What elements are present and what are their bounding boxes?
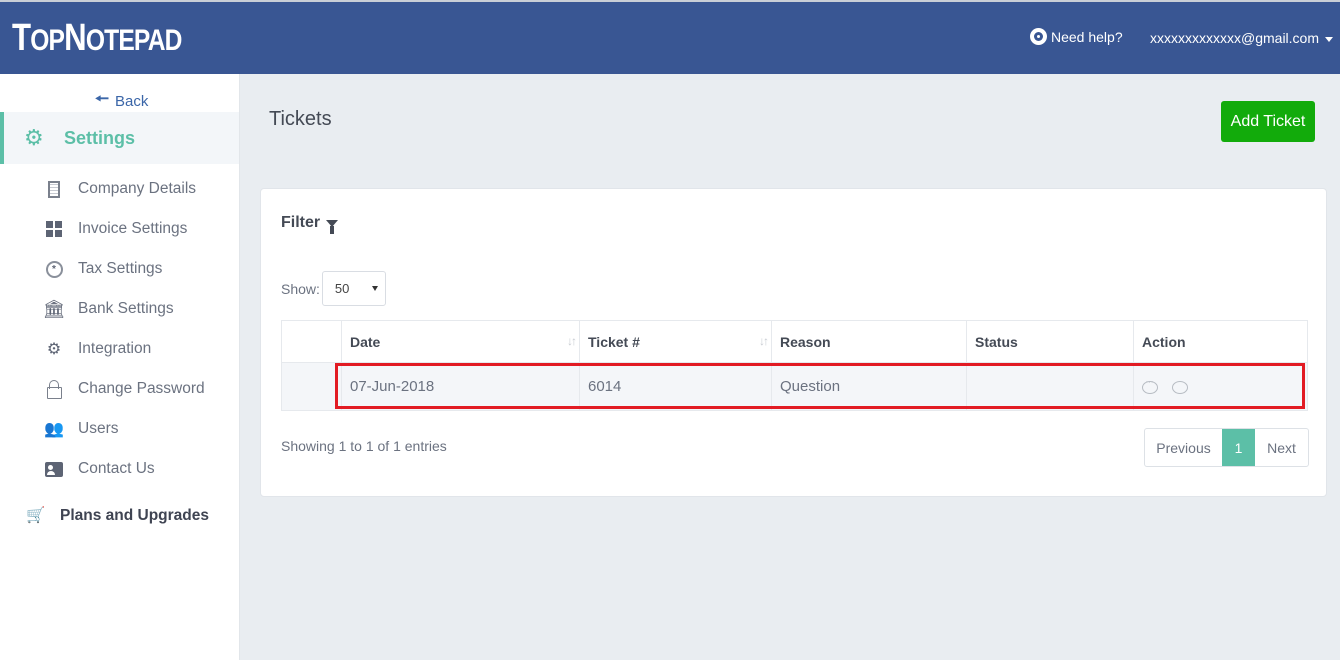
sidebar-item-label: Change Password — [78, 380, 205, 397]
sort-icon[interactable]: ↓↑ — [759, 334, 769, 348]
shopping-cart-icon: 🛒 — [26, 507, 46, 524]
sidebar-item-label: Contact Us — [78, 460, 155, 477]
sidebar-item-label: Invoice Settings — [78, 220, 188, 237]
pagination-previous[interactable]: Previous — [1145, 429, 1222, 466]
cell-status — [966, 362, 1134, 411]
lock-icon — [44, 380, 64, 399]
sidebar-item-label: Settings — [64, 127, 136, 148]
sidebar-item-label: Users — [78, 420, 119, 437]
tickets-table: Date ↓↑ Ticket # ↓↑ Reason Status Action… — [281, 320, 1308, 411]
cell-date: 07-Jun-2018 — [341, 362, 580, 411]
top-navbar: TOPNOTEPAD Need help? xxxxxxxxxxxxx@gmai… — [0, 0, 1340, 74]
back-label: Back — [115, 93, 149, 110]
show-label: Show: — [281, 280, 320, 297]
need-help-label: Need help? — [1051, 28, 1123, 45]
sidebar-item-invoice-settings[interactable]: Invoice Settings — [0, 209, 239, 249]
arrow-left-icon: 🠔 — [95, 91, 110, 108]
settings-nav: Company Details Invoice Settings * Tax S… — [0, 169, 239, 489]
sidebar-item-plans-upgrades[interactable]: 🛒 Plans and Upgrades — [26, 506, 209, 525]
cell-action — [1133, 362, 1308, 411]
sidebar-item-settings[interactable]: ⚙ Settings — [0, 112, 239, 164]
column-header-reason: Reason — [771, 320, 967, 363]
cell-reason: Question — [771, 362, 967, 411]
need-help-link[interactable]: Need help? — [1030, 28, 1123, 45]
add-ticket-button[interactable]: Add Ticket — [1221, 101, 1315, 142]
sidebar-item-label: Integration — [78, 340, 152, 357]
column-header-label: Ticket # — [588, 333, 640, 350]
pagination: Previous 1 Next — [1144, 428, 1309, 467]
page-title: Tickets — [269, 108, 332, 130]
column-header-action: Action — [1133, 320, 1308, 363]
sidebar-item-label: Bank Settings — [78, 300, 174, 317]
filter-toggle[interactable]: Filter — [281, 214, 339, 234]
building-icon — [44, 180, 64, 198]
grid-icon — [44, 221, 64, 237]
page-size-select[interactable]: 50 — [321, 271, 386, 306]
users-icon: 👥 — [44, 421, 64, 438]
back-link[interactable]: 🠔 Back — [95, 88, 148, 115]
sidebar-item-label: Company Details — [78, 180, 197, 197]
bank-icon: 🏛 — [42, 298, 66, 319]
tax-icon: * — [44, 260, 64, 278]
pagination-next[interactable]: Next — [1255, 429, 1308, 466]
app-logo[interactable]: TOPNOTEPAD — [12, 16, 182, 63]
sidebar-item-company-details[interactable]: Company Details — [0, 169, 239, 209]
table-header-row: Date ↓↑ Ticket # ↓↑ Reason Status Action — [281, 320, 1308, 363]
row-select-cell — [281, 362, 342, 411]
pagination-page-1[interactable]: 1 — [1222, 429, 1255, 466]
comment-icon[interactable] — [1172, 380, 1189, 394]
sidebar-item-contact-us[interactable]: Contact Us — [0, 449, 239, 489]
entries-info: Showing 1 to 1 of 1 entries — [281, 438, 447, 454]
filter-label: Filter — [281, 214, 321, 231]
sidebar-item-integration[interactable]: ⚙ Integration — [0, 329, 239, 369]
user-menu[interactable]: xxxxxxxxxxxxx@gmail.com — [1150, 30, 1334, 46]
sort-icon[interactable]: ↓↑ — [567, 334, 577, 348]
tickets-card: Filter Show: 50 Date ↓↑ Ticket # ↓↑ Reas… — [260, 188, 1327, 497]
table-row[interactable]: 07-Jun-2018 6014 Question — [281, 362, 1308, 411]
caret-down-icon — [1325, 36, 1334, 42]
sidebar-item-tax-settings[interactable]: * Tax Settings — [0, 249, 239, 289]
cogs-icon: ⚙ — [46, 341, 62, 358]
column-header-status: Status — [966, 320, 1134, 363]
contact-card-icon — [44, 461, 64, 477]
filter-icon — [326, 219, 339, 234]
cell-ticket-number: 6014 — [579, 362, 772, 411]
gear-icon: ⚙ — [24, 125, 44, 150]
column-header-label: Date — [350, 333, 381, 350]
sidebar-item-label: Tax Settings — [78, 260, 163, 277]
page-size-control: Show: 50 — [281, 271, 386, 306]
column-header-ticket[interactable]: Ticket # ↓↑ — [579, 320, 772, 363]
sidebar: 🠔 Back ⚙ Settings Company Details Invoic… — [0, 74, 240, 660]
sidebar-item-bank-settings[interactable]: 🏛 Bank Settings — [0, 289, 239, 329]
user-email: xxxxxxxxxxxxx@gmail.com — [1150, 30, 1320, 46]
sidebar-item-change-password[interactable]: Change Password — [0, 369, 239, 409]
sidebar-item-label: Plans and Upgrades — [60, 506, 210, 524]
sidebar-item-users[interactable]: 👥 Users — [0, 409, 239, 449]
column-header-date[interactable]: Date ↓↑ — [341, 320, 580, 363]
chat-dots-icon[interactable] — [1142, 376, 1158, 394]
column-header-select — [281, 320, 342, 363]
lifebuoy-icon — [1030, 28, 1047, 45]
